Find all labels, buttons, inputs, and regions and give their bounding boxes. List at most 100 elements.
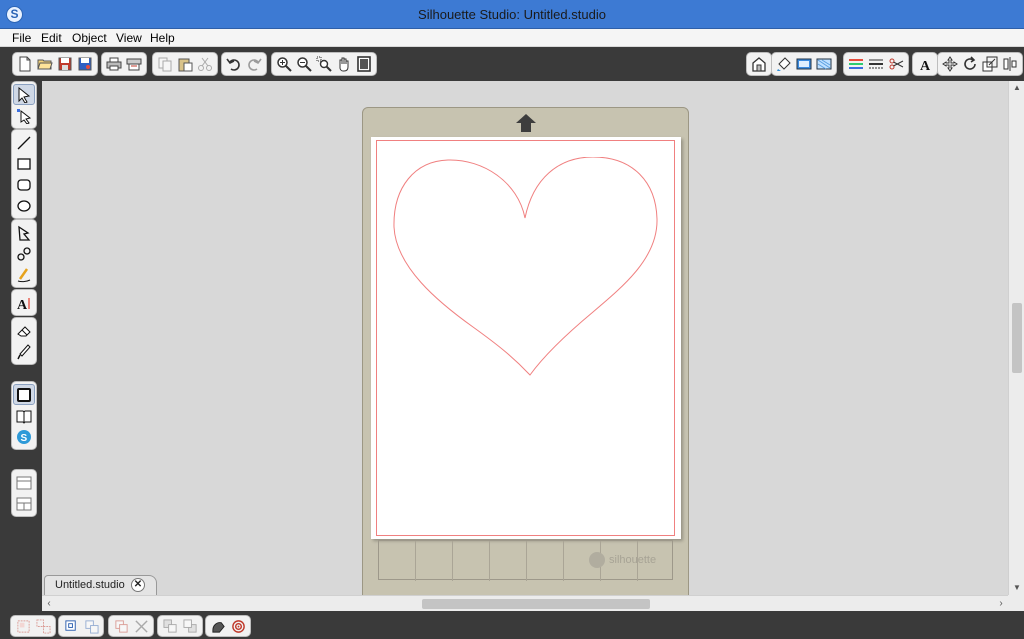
release-compound-icon[interactable]: [81, 617, 101, 635]
trace-icon[interactable]: [208, 617, 228, 635]
scroll-down-arrow-icon[interactable]: ▼: [1009, 581, 1024, 595]
print-icon[interactable]: [104, 54, 124, 74]
line-icon[interactable]: [13, 132, 35, 153]
zoom-select-icon[interactable]: [314, 54, 334, 74]
rectangle-icon[interactable]: [13, 153, 35, 174]
select-icon[interactable]: [13, 84, 35, 105]
library-icon[interactable]: [13, 405, 35, 426]
pan-icon[interactable]: [334, 54, 354, 74]
fill-pattern-icon[interactable]: [794, 54, 814, 74]
group-icon[interactable]: [13, 617, 33, 635]
registration-marks-icon[interactable]: [228, 617, 248, 635]
paste-icon[interactable]: [175, 54, 195, 74]
menu-edit[interactable]: Edit: [41, 31, 62, 45]
mat-brand-text: silhouette: [609, 554, 657, 566]
save-to-library-icon[interactable]: [75, 54, 95, 74]
rounded-rectangle-icon[interactable]: [13, 174, 35, 195]
silhouette-logo-icon: [589, 552, 605, 568]
fit-to-page-icon[interactable]: [354, 54, 374, 74]
line-tools-group: [843, 52, 909, 76]
menu-help[interactable]: Help: [150, 31, 175, 45]
mat-grid-line: [415, 541, 416, 581]
clipboard-tools-group: [152, 52, 218, 76]
feed-direction-arrow-icon: [516, 114, 536, 132]
store-icon[interactable]: S: [13, 426, 35, 447]
align-icon[interactable]: [1000, 54, 1020, 74]
rotate-icon[interactable]: [960, 54, 980, 74]
edit-tools-group: [11, 317, 37, 365]
scroll-left-arrow-icon[interactable]: ‹: [42, 596, 56, 612]
mat-grid-line: [452, 541, 453, 581]
line-style-icon[interactable]: [866, 54, 886, 74]
selection-tools-group: [11, 81, 37, 129]
curve-icon[interactable]: [13, 243, 35, 264]
vertical-scroll-thumb[interactable]: [1012, 303, 1022, 373]
point-edit-icon[interactable]: [13, 105, 35, 126]
zoom-out-icon[interactable]: [294, 54, 314, 74]
text-icon[interactable]: A: [13, 292, 35, 313]
page-setup-icon[interactable]: [749, 54, 769, 74]
compound-tools-group: [58, 615, 104, 637]
text-style-group: A: [912, 52, 938, 76]
mat-grid-line: [526, 541, 527, 581]
menu-bar: File Edit Object View Help: [0, 29, 1024, 47]
text-style-icon[interactable]: A: [915, 54, 935, 74]
scale-icon[interactable]: [980, 54, 1000, 74]
freehand-icon[interactable]: [13, 264, 35, 285]
new-document-icon[interactable]: [15, 54, 35, 74]
mat-grid-line: [563, 541, 564, 581]
eraser-icon[interactable]: [13, 320, 35, 341]
duplicate-icon[interactable]: [111, 617, 131, 635]
zoom-in-icon[interactable]: [274, 54, 294, 74]
transform-icon[interactable]: [940, 54, 960, 74]
polygon-icon[interactable]: [13, 222, 35, 243]
send-to-cutter-icon[interactable]: [124, 54, 144, 74]
vertical-scrollbar[interactable]: ▲ ▼: [1008, 81, 1024, 595]
menu-view[interactable]: View: [116, 31, 142, 45]
panel-top-icon[interactable]: [13, 472, 35, 493]
redo-icon[interactable]: [244, 54, 264, 74]
menu-file[interactable]: File: [12, 31, 31, 45]
shape-tools-group: [11, 129, 37, 219]
bring-forward-icon[interactable]: [160, 617, 180, 635]
fill-color-icon[interactable]: [774, 54, 794, 74]
fill-tools-group: [771, 52, 837, 76]
cut-icon[interactable]: [195, 54, 215, 74]
print-tools-group: [101, 52, 147, 76]
scroll-right-arrow-icon[interactable]: ›: [994, 596, 1008, 612]
copy-icon[interactable]: [155, 54, 175, 74]
document-tab[interactable]: Untitled.studio ✕: [44, 575, 157, 595]
zoom-tools-group: [271, 52, 377, 76]
knife-icon[interactable]: [13, 341, 35, 362]
panels-tools-group: S: [11, 381, 37, 450]
open-folder-icon[interactable]: [35, 54, 55, 74]
file-tools-group: [12, 52, 98, 76]
ungroup-icon[interactable]: [33, 617, 53, 635]
design-page-icon[interactable]: [13, 384, 35, 405]
delete-icon[interactable]: [131, 617, 151, 635]
fill-gradient-icon[interactable]: [814, 54, 834, 74]
edit-object-group: [108, 615, 154, 637]
design-canvas[interactable]: silhouette: [42, 81, 1008, 595]
view-panels-group: [11, 469, 37, 517]
svg-text:A: A: [920, 59, 931, 72]
send-backward-icon[interactable]: [180, 617, 200, 635]
scroll-up-arrow-icon[interactable]: ▲: [1009, 81, 1024, 95]
save-icon[interactable]: [55, 54, 75, 74]
undo-icon[interactable]: [224, 54, 244, 74]
ellipse-icon[interactable]: [13, 195, 35, 216]
panel-split-icon[interactable]: [13, 493, 35, 514]
window-title: Silhouette Studio: Untitled.studio: [418, 7, 606, 22]
compound-path-icon[interactable]: [61, 617, 81, 635]
horizontal-scrollbar[interactable]: ‹ ›: [42, 595, 1008, 611]
left-toolbar: A S: [0, 81, 42, 615]
cut-settings-icon[interactable]: [886, 54, 906, 74]
cutting-mat: silhouette: [362, 107, 689, 595]
horizontal-scroll-thumb[interactable]: [422, 599, 650, 609]
menu-object[interactable]: Object: [72, 31, 107, 45]
heart-shape[interactable]: [393, 157, 659, 377]
close-tab-icon[interactable]: ✕: [131, 578, 145, 592]
app-window: S Silhouette Studio: Untitled.studio Fil…: [0, 0, 1024, 639]
line-color-icon[interactable]: [846, 54, 866, 74]
mat-brand-logo: silhouette: [589, 550, 669, 570]
